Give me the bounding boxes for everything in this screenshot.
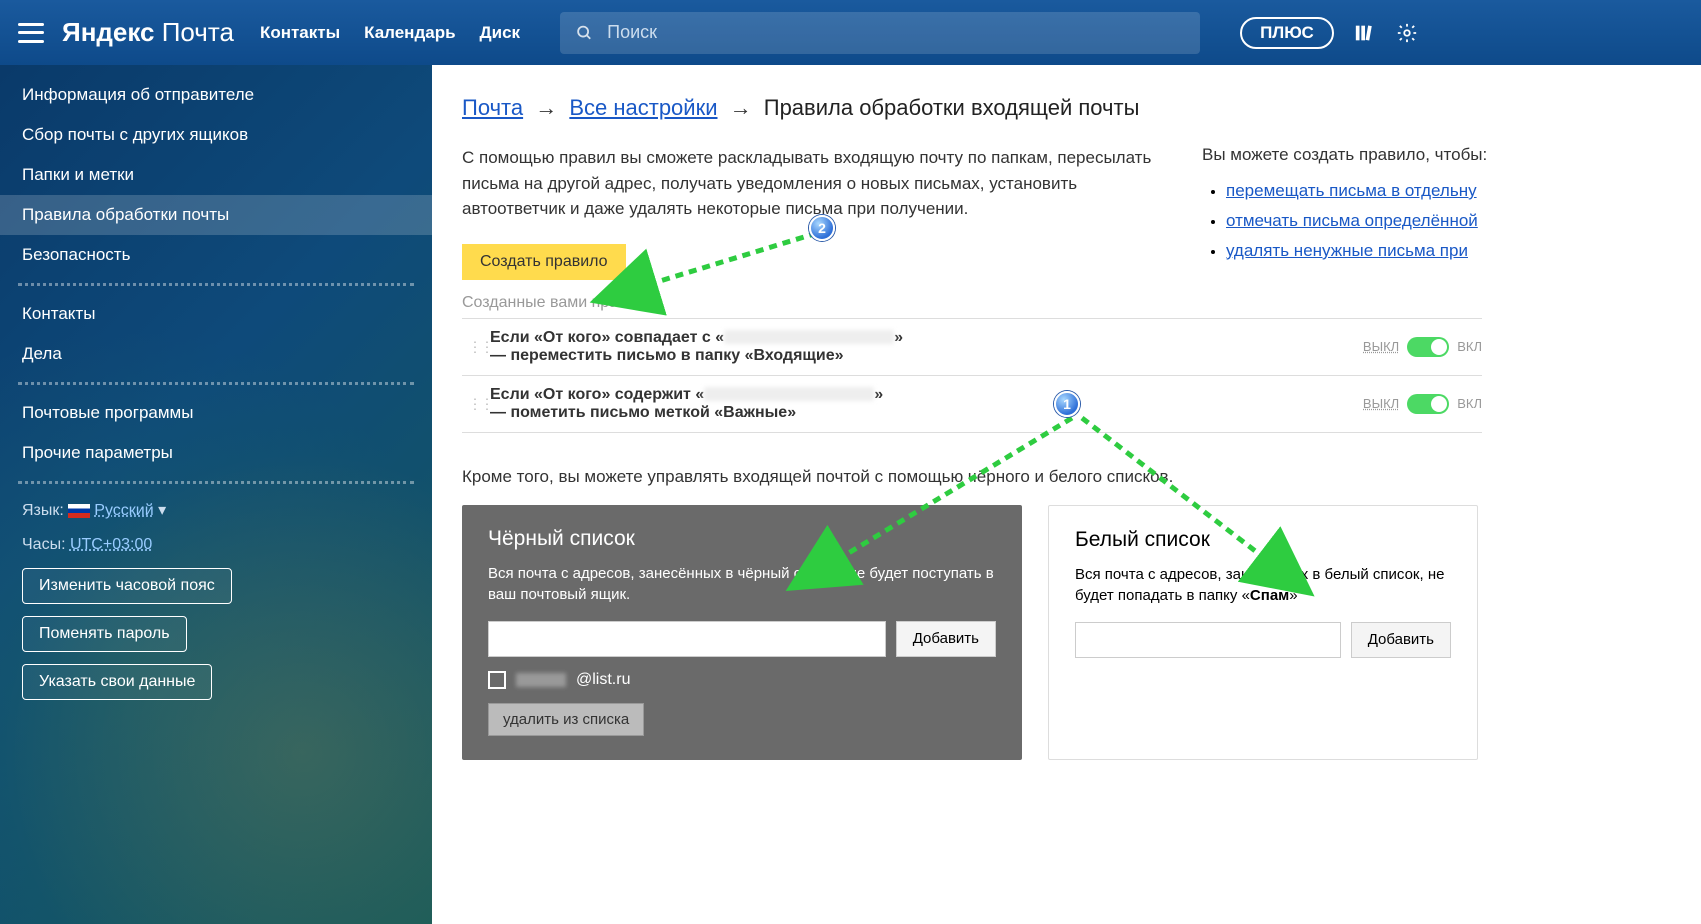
blurred-address bbox=[704, 387, 874, 401]
blurred-text bbox=[516, 673, 566, 687]
flag-ru-icon bbox=[68, 504, 90, 518]
rules-list-label: Созданные вами правила bbox=[462, 294, 1482, 312]
rule-row[interactable]: ⋮⋮ Если «От кого» содержит «» — пометить… bbox=[462, 375, 1482, 433]
rules-intro-text: С помощью правил вы сможете раскладывать… bbox=[462, 145, 1162, 222]
sidebar-separator bbox=[18, 382, 414, 385]
edit-profile-button[interactable]: Указать свои данные bbox=[22, 664, 212, 700]
rule-toggle[interactable]: ВЫКЛ ВКЛ bbox=[1363, 394, 1482, 414]
whitelist-desc: Вся почта с адресов, занесённых в белый … bbox=[1075, 564, 1451, 606]
sidebar-item-rules[interactable]: Правила обработки почты bbox=[0, 195, 432, 235]
whitelist-input[interactable] bbox=[1075, 622, 1341, 658]
sidebar-item-contacts[interactable]: Контакты bbox=[0, 294, 432, 334]
blacklist-remove-button[interactable]: удалить из списка bbox=[488, 703, 644, 736]
sidebar-item-mail-clients[interactable]: Почтовые программы bbox=[0, 393, 432, 433]
blurred-address bbox=[724, 330, 894, 344]
timezone-row[interactable]: Часы: UTC+03:00 bbox=[0, 528, 432, 562]
rule-row[interactable]: ⋮⋮ Если «От кого» совпадает с «» — перем… bbox=[462, 318, 1482, 375]
sidebar-separator bbox=[18, 283, 414, 286]
drag-handle-icon[interactable]: ⋮⋮ bbox=[468, 338, 492, 355]
suggestion-links: перемещать письма в отдельну отмечать пи… bbox=[1202, 181, 1701, 261]
hamburger-menu-icon[interactable] bbox=[18, 23, 44, 43]
blacklist-box: Чёрный список Вся почта с адресов, занес… bbox=[462, 505, 1022, 760]
blacklist-desc: Вся почта с адресов, занесённых в чёрный… bbox=[488, 563, 996, 605]
sidebar-item-collect-mail[interactable]: Сбор почты с других ящиков bbox=[0, 115, 432, 155]
blacklist-entry[interactable]: @list.ru bbox=[488, 671, 996, 689]
breadcrumb-mail[interactable]: Почта bbox=[462, 95, 523, 120]
change-password-button[interactable]: Поменять пароль bbox=[22, 616, 187, 652]
nav-calendar[interactable]: Календарь bbox=[364, 23, 455, 43]
create-rule-button[interactable]: Создать правило bbox=[462, 244, 626, 280]
annotation-badge-1: 1 bbox=[1054, 391, 1080, 417]
header: Яндекс Почта Контакты Календарь Диск ПЛЮ… bbox=[0, 0, 1701, 65]
nav-disk[interactable]: Диск bbox=[480, 23, 521, 43]
logo[interactable]: Яндекс Почта bbox=[62, 17, 234, 48]
blacklist-input[interactable] bbox=[488, 621, 886, 657]
sidebar-separator bbox=[18, 481, 414, 484]
checkbox-icon[interactable] bbox=[488, 671, 506, 689]
sidebar-item-sender-info[interactable]: Информация об отправителе bbox=[0, 75, 432, 115]
suggestion-link-delete[interactable]: удалять ненужные письма при bbox=[1226, 241, 1468, 260]
main-content: Почта → Все настройки → Правила обработк… bbox=[432, 65, 1701, 924]
blacklist-title: Чёрный список bbox=[488, 527, 996, 551]
drag-handle-icon[interactable]: ⋮⋮ bbox=[468, 395, 492, 412]
plus-button[interactable]: ПЛЮС bbox=[1240, 17, 1334, 49]
blacklist-add-button[interactable]: Добавить bbox=[896, 621, 996, 657]
breadcrumb: Почта → Все настройки → Правила обработк… bbox=[462, 95, 1701, 121]
search-icon bbox=[576, 24, 593, 42]
breadcrumb-current: Правила обработки входящей почты bbox=[764, 95, 1140, 120]
suggestions-intro: Вы можете создать правило, чтобы: bbox=[1202, 145, 1701, 165]
rule-toggle[interactable]: ВЫКЛ ВКЛ bbox=[1363, 337, 1482, 357]
toggle-switch-icon[interactable] bbox=[1407, 337, 1449, 357]
sidebar-item-todo[interactable]: Дела bbox=[0, 334, 432, 374]
sidebar-item-folders[interactable]: Папки и метки bbox=[0, 155, 432, 195]
breadcrumb-settings[interactable]: Все настройки bbox=[569, 95, 717, 120]
collections-icon[interactable] bbox=[1354, 22, 1376, 44]
sidebar-item-other[interactable]: Прочие параметры bbox=[0, 433, 432, 473]
change-timezone-button[interactable]: Изменить часовой пояс bbox=[22, 568, 232, 604]
search-box[interactable] bbox=[560, 12, 1200, 54]
suggestion-link-move[interactable]: перемещать письма в отдельну bbox=[1226, 181, 1477, 200]
lists-intro-text: Кроме того, вы можете управлять входящей… bbox=[462, 467, 1701, 487]
suggestion-link-mark[interactable]: отмечать письма определённой bbox=[1226, 211, 1478, 230]
settings-gear-icon[interactable] bbox=[1396, 22, 1418, 44]
toggle-switch-icon[interactable] bbox=[1407, 394, 1449, 414]
search-input[interactable] bbox=[607, 22, 1184, 43]
top-nav: Контакты Календарь Диск bbox=[260, 23, 520, 43]
whitelist-title: Белый список bbox=[1075, 528, 1451, 552]
sidebar-item-security[interactable]: Безопасность bbox=[0, 235, 432, 275]
settings-sidebar: Информация об отправителе Сбор почты с д… bbox=[0, 65, 432, 924]
nav-contacts[interactable]: Контакты bbox=[260, 23, 340, 43]
whitelist-box: Белый список Вся почта с адресов, занесё… bbox=[1048, 505, 1478, 760]
annotation-badge-2: 2 bbox=[809, 215, 835, 241]
language-row[interactable]: Язык: Русский ▾ bbox=[0, 492, 432, 528]
whitelist-add-button[interactable]: Добавить bbox=[1351, 622, 1451, 658]
